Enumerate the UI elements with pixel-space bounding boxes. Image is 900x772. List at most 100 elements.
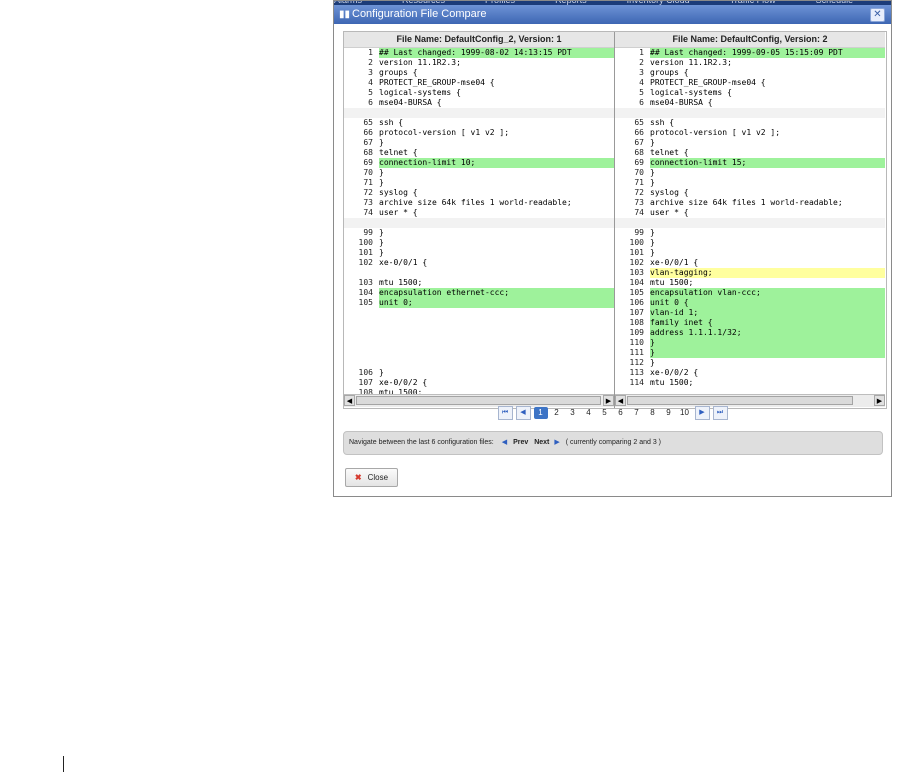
last-page-icon[interactable]: ⏭ <box>712 406 728 420</box>
right-code-lines: 1 ## Last changed: 1999-09-05 15:15:09 PD… <box>615 48 885 388</box>
scrollbar-thumb[interactable] <box>356 396 601 405</box>
code-line: 74 user * { <box>344 208 614 218</box>
page-number-10[interactable]: 10 <box>678 407 692 419</box>
scroll-left-icon[interactable]: ◀ <box>344 395 355 406</box>
code-line: 6 mse04-BURSA { <box>344 98 614 108</box>
page-number-3[interactable]: 3 <box>566 407 580 419</box>
page-number-5[interactable]: 5 <box>598 407 612 419</box>
close-icon[interactable]: ✕ <box>870 8 885 22</box>
line-number: 106 <box>629 298 644 307</box>
prev-link[interactable]: Prev <box>513 439 528 446</box>
scrollbar-thumb[interactable] <box>627 396 853 405</box>
line-number: 6 <box>639 98 644 107</box>
code-line: 109 address 1.1.1.1/32; <box>615 328 885 338</box>
line-number: 5 <box>639 88 644 97</box>
next-page-icon[interactable]: ▶ <box>694 406 710 420</box>
line-text: } <box>650 358 655 367</box>
line-text: } <box>650 338 885 348</box>
line-number: 101 <box>358 248 373 257</box>
code-line: 100} <box>344 238 614 248</box>
line-text: } <box>650 168 655 177</box>
line-number: 1 <box>368 48 373 57</box>
code-line: 105 unit 0; <box>344 298 614 308</box>
line-number: 71 <box>634 178 644 187</box>
line-text: logical-systems { <box>650 88 732 97</box>
line-number: 4 <box>368 78 373 87</box>
line-number: 66 <box>363 128 373 137</box>
prev-arrow-icon[interactable]: ◀ <box>502 439 507 446</box>
code-line: 65 ssh { <box>344 118 614 128</box>
code-line: 101} <box>344 248 614 258</box>
code-line: 65 ssh { <box>615 118 885 128</box>
code-line: 100} <box>615 238 885 248</box>
line-number: 104 <box>358 288 373 297</box>
line-text: version 11.1R2.3; <box>379 58 461 67</box>
line-text: } <box>379 168 384 177</box>
line-number: 4 <box>639 78 644 87</box>
version-navigation-bar: Navigate between the last 6 configuratio… <box>343 431 883 455</box>
next-link[interactable]: Next <box>534 439 549 446</box>
code-line: 101} <box>615 248 885 258</box>
line-number: 100 <box>629 238 644 247</box>
code-line: 5 logical-systems { <box>344 88 614 98</box>
line-number: 66 <box>634 128 644 137</box>
line-text: syslog { <box>379 188 418 197</box>
line-text: } <box>650 238 655 247</box>
page-number-7[interactable]: 7 <box>630 407 644 419</box>
scroll-right-icon[interactable]: ▶ <box>603 395 614 406</box>
code-line: 102 xe-0/0/1 { <box>615 258 885 268</box>
code-line: 69 connection-limit 10; <box>344 158 614 168</box>
line-text: connection-limit 15; <box>650 158 885 168</box>
line-text: } <box>650 228 655 237</box>
code-line: 66 protocol-version [ v1 v2 ]; <box>615 128 885 138</box>
code-line: 2 version 11.1R2.3; <box>344 58 614 68</box>
code-line: 111} <box>615 348 885 358</box>
line-text: mtu 1500; <box>650 378 694 387</box>
code-line: 1 ## Last changed: 1999-09-05 15:15:09 PD… <box>615 48 885 58</box>
left-file-pane[interactable]: File Name: DefaultConfig_2, Version: 1 1… <box>344 32 615 408</box>
line-text: logical-systems { <box>379 88 461 97</box>
line-number: 74 <box>634 208 644 217</box>
page-number-9[interactable]: 9 <box>662 407 676 419</box>
scroll-left-icon[interactable]: ◀ <box>615 395 626 406</box>
close-button[interactable]: ✖ Close <box>345 468 398 487</box>
navigation-text: Navigate between the last 6 configuratio… <box>349 439 494 446</box>
close-x-icon: ✖ <box>354 473 362 482</box>
right-file-header: File Name: DefaultConfig, Version: 2 <box>615 32 885 48</box>
code-line: 72 syslog { <box>344 188 614 198</box>
line-number: 105 <box>358 298 373 307</box>
line-text: groups { <box>650 68 689 77</box>
dialog-title: Configuration File Compare <box>352 8 487 20</box>
first-page-icon[interactable]: ⏮ <box>497 406 513 420</box>
line-number: 70 <box>634 168 644 177</box>
code-line: 73 archive size 64k files 1 world-readabl… <box>344 198 614 208</box>
diff-gap <box>344 108 614 118</box>
scroll-right-icon[interactable]: ▶ <box>874 395 885 406</box>
line-text: } <box>379 368 384 377</box>
dialog-titlebar[interactable]: ▮▮ Configuration File Compare ✕ <box>334 5 891 24</box>
page-number-1[interactable]: 1 <box>533 407 548 419</box>
line-text: unit 0 { <box>650 298 885 308</box>
page-number-8[interactable]: 8 <box>646 407 660 419</box>
code-line: 1 ## Last changed: 1999-08-02 14:13:15 PD… <box>344 48 614 58</box>
line-text: syslog { <box>650 188 689 197</box>
page-number-6[interactable]: 6 <box>614 407 628 419</box>
page-number-4[interactable]: 4 <box>582 407 596 419</box>
code-line: 71} <box>615 178 885 188</box>
line-number: 99 <box>634 228 644 237</box>
code-line: 68 telnet { <box>344 148 614 158</box>
next-arrow-icon[interactable]: ▶ <box>554 439 559 446</box>
line-number: 103 <box>629 268 644 277</box>
line-text: encapsulation vlan-ccc; <box>650 288 885 298</box>
prev-page-icon[interactable]: ◀ <box>515 406 531 420</box>
window-icon: ▮▮ <box>339 9 351 20</box>
code-line: 66 protocol-version [ v1 v2 ]; <box>344 128 614 138</box>
right-file-pane[interactable]: File Name: DefaultConfig, Version: 2 1 ##… <box>615 32 885 408</box>
left-code-lines: 1 ## Last changed: 1999-08-02 14:13:15 PD… <box>344 48 614 398</box>
page-margin-mark <box>63 756 64 772</box>
page-number-2[interactable]: 2 <box>550 407 564 419</box>
